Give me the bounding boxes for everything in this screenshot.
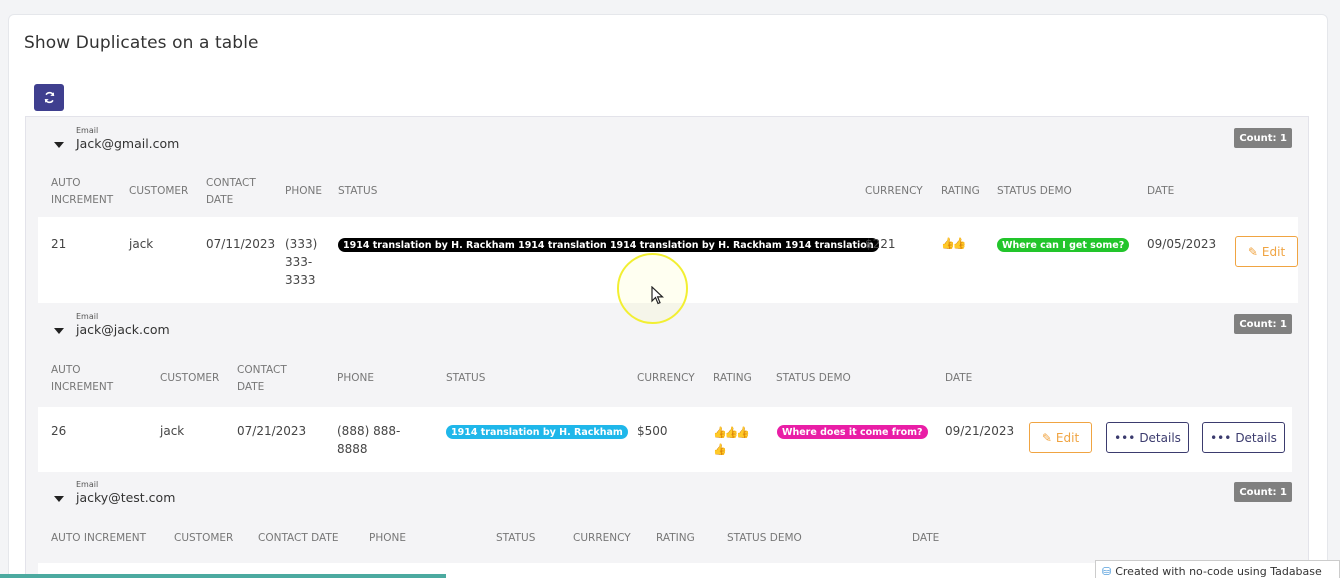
pencil-icon: ✎	[1041, 430, 1052, 445]
column-header-phone[interactable]: PHONE	[285, 183, 322, 200]
column-header-customer[interactable]: CUSTOMER	[129, 183, 188, 200]
mouse-cursor-icon	[651, 286, 664, 305]
column-header-status[interactable]: STATUS	[338, 183, 377, 200]
column-header-currency[interactable]: CURRENCY	[637, 370, 695, 387]
pencil-icon: ✎	[1247, 244, 1258, 259]
cell-auto-increment: 21	[51, 237, 67, 251]
group-header[interactable]: Email Jack@gmail.com Count: 1	[26, 123, 1308, 163]
cell-auto-increment: 26	[51, 424, 67, 438]
refresh-icon	[44, 91, 54, 104]
tadabase-credit[interactable]: ⛁ Created with no-code using Tadabase	[1095, 560, 1340, 578]
page-title: Show Duplicates on a table	[24, 33, 259, 53]
cell-date: 09/05/2023	[1147, 237, 1217, 251]
column-header-rating[interactable]: RATING	[656, 530, 695, 547]
column-header-currency[interactable]: CURRENCY	[865, 183, 923, 200]
cell-phone: (333) 333-3333	[285, 237, 318, 287]
cell-customer: jack	[129, 237, 154, 251]
column-header-phone[interactable]: PHONE	[369, 530, 406, 547]
details-button[interactable]: ••• Details	[1106, 422, 1189, 453]
refresh-button[interactable]	[34, 84, 64, 111]
column-header-rating[interactable]: RATING	[713, 370, 752, 387]
column-header-status-demo[interactable]: STATUS DEMO	[997, 183, 1072, 200]
caret-down-icon[interactable]	[54, 328, 64, 334]
details-button-label: Details	[1235, 430, 1277, 445]
column-header-status-demo[interactable]: STATUS DEMO	[727, 530, 802, 547]
status-demo-pill: Where does it come from?	[777, 425, 928, 439]
column-header-currency[interactable]: CURRENCY	[573, 530, 631, 547]
group-email-value: jack@jack.com	[76, 322, 170, 337]
group-email-label: Email	[76, 480, 99, 489]
count-badge: Count: 1	[1234, 128, 1292, 148]
group-email-label: Email	[76, 312, 99, 321]
cell-phone: (888) 888-8888	[337, 424, 401, 456]
status-pill: 1914 translation by H. Rackham	[446, 425, 628, 439]
status-pill: 1914 translation by H. Rackham 1914 tran…	[338, 238, 879, 252]
column-header-auto-increment[interactable]: AUTO INCREMENT	[51, 362, 121, 396]
count-badge: Count: 1	[1234, 482, 1292, 502]
column-header-rating[interactable]: RATING	[941, 183, 980, 200]
status-demo-pill: Where can I get some?	[997, 238, 1130, 252]
column-header-status[interactable]: STATUS	[446, 370, 485, 387]
grouped-table: Email Jack@gmail.com Count: 1 AUTO INCRE…	[25, 116, 1309, 578]
edit-button[interactable]: ✎ Edit	[1235, 236, 1298, 267]
edit-button-label: Edit	[1055, 430, 1080, 445]
column-header-customer[interactable]: CUSTOMER	[174, 530, 233, 547]
cell-currency: $221	[865, 237, 896, 251]
column-header-customer[interactable]: CUSTOMER	[160, 370, 219, 387]
database-icon: ⛁	[1102, 564, 1112, 578]
group-email-value: jacky@test.com	[76, 490, 176, 505]
column-header-auto-increment[interactable]: AUTO INCREMENT	[51, 175, 121, 209]
ellipsis-icon: •••	[1210, 430, 1232, 445]
edit-button-label: Edit	[1261, 244, 1286, 259]
count-badge: Count: 1	[1234, 314, 1292, 334]
group-email-label: Email	[76, 126, 99, 135]
column-header-date[interactable]: DATE	[945, 370, 972, 387]
column-header-contact-date[interactable]: CONTACT DATE	[237, 362, 299, 396]
rating-thumbs-icon: 👍👍	[941, 237, 966, 250]
cell-contact-date: 07/11/2023	[206, 237, 276, 251]
column-header-status[interactable]: STATUS	[496, 530, 535, 547]
column-header-date[interactable]: DATE	[1147, 183, 1174, 200]
credit-text: Created with no-code using Tadabase	[1115, 564, 1322, 578]
column-header-auto-increment[interactable]: AUTO INCREMENT	[51, 530, 146, 547]
cell-date: 09/21/2023	[945, 424, 1015, 438]
column-header-date[interactable]: DATE	[912, 530, 939, 547]
progress-bar	[0, 574, 446, 578]
group-header[interactable]: Email jacky@test.com Count: 1	[26, 477, 1308, 517]
column-header-contact-date[interactable]: CONTACT DATE	[258, 530, 338, 547]
cell-contact-date: 07/21/2023	[237, 424, 307, 438]
details-button-label: Details	[1139, 430, 1181, 445]
group-email-value: Jack@gmail.com	[76, 136, 180, 151]
column-header-contact-date[interactable]: CONTACT DATE	[206, 175, 268, 209]
caret-down-icon[interactable]	[54, 142, 64, 148]
column-header-phone[interactable]: PHONE	[337, 370, 374, 387]
rating-thumbs-icon: 👍👍👍👍	[713, 426, 750, 456]
cell-customer: jack	[160, 424, 185, 438]
caret-down-icon[interactable]	[54, 496, 64, 502]
cell-currency: $500	[637, 424, 668, 438]
ellipsis-icon: •••	[1114, 430, 1136, 445]
details-button-secondary[interactable]: ••• Details	[1202, 422, 1285, 453]
column-header-status-demo[interactable]: STATUS DEMO	[776, 370, 851, 387]
edit-button[interactable]: ✎ Edit	[1029, 422, 1092, 453]
